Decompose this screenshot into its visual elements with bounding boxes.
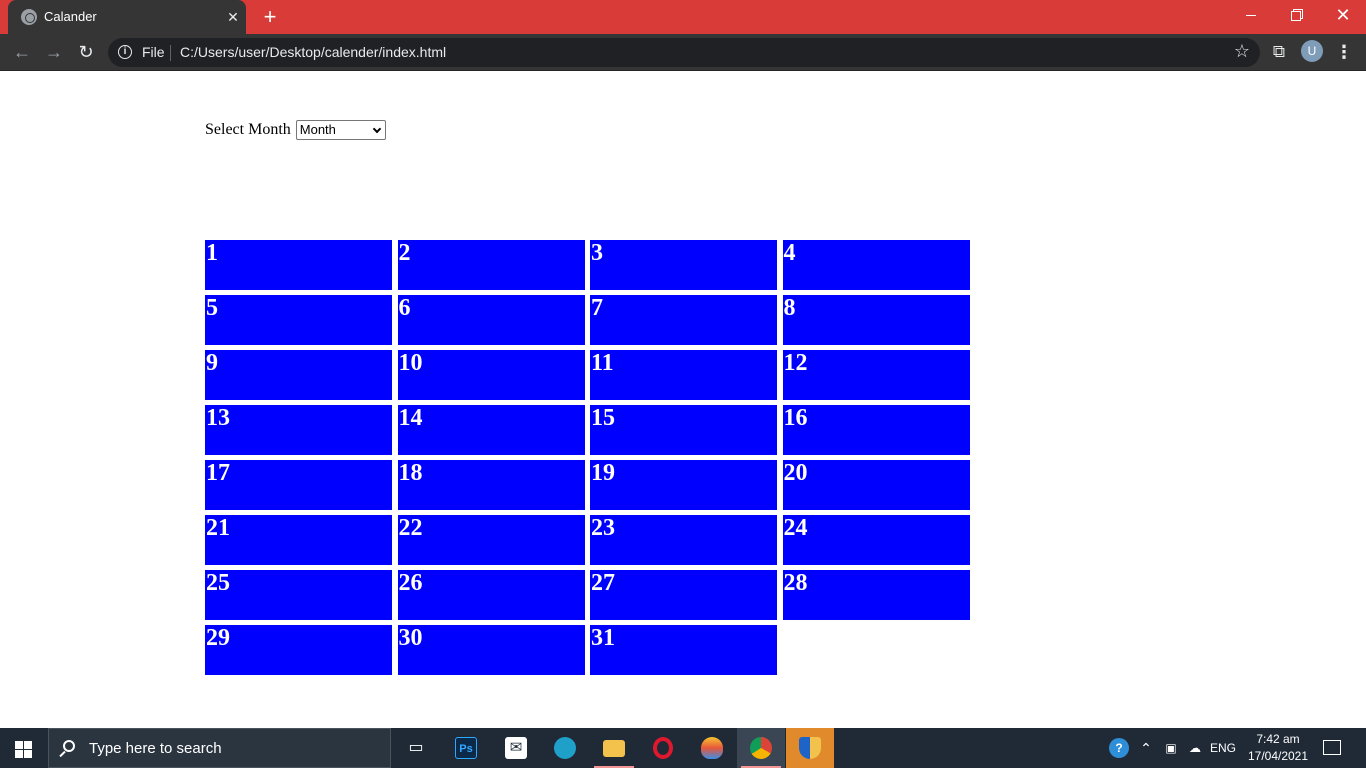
network-icon[interactable]: ☁ <box>1183 728 1207 768</box>
day-cell[interactable]: 16 <box>782 405 970 455</box>
profile-avatar[interactable]: U <box>1301 40 1323 62</box>
search-placeholder: Type here to search <box>89 740 222 757</box>
day-cell[interactable]: 13 <box>205 405 392 455</box>
new-tab-button[interactable]: + <box>256 4 284 30</box>
photoshop-icon[interactable]: Ps <box>442 728 490 768</box>
day-cell[interactable]: 5 <box>205 295 392 345</box>
chevron-up-icon[interactable]: ⌃ <box>1136 728 1156 768</box>
windows-start-icon[interactable] <box>0 728 48 768</box>
month-selector-row: Select Month Month <box>205 120 386 140</box>
taskbar-search-input[interactable]: Type here to search <box>48 728 391 768</box>
bookmark-star-icon[interactable]: ☆ <box>1234 41 1250 62</box>
day-cell[interactable]: 10 <box>397 350 585 400</box>
day-cell[interactable]: 7 <box>590 295 777 345</box>
opera-icon[interactable] <box>639 728 687 768</box>
day-cell[interactable]: 17 <box>205 460 392 510</box>
notification-icon[interactable] <box>1320 737 1344 759</box>
day-cell[interactable]: 3 <box>590 240 777 290</box>
calendar-grid: 1 2 3 4 5 6 7 8 9 10 11 12 13 14 15 16 17 18 19 20 21 22 23 24 2… <box>205 240 970 675</box>
clock-time: 7:42 am <box>1256 732 1300 746</box>
clock-date: 17/04/2021 <box>1247 749 1309 763</box>
browser-toolbar: ← → ↻ i File C:/Users/user/Desktop/calen… <box>0 34 1366 71</box>
page-content: Select Month Month 1 2 3 4 5 6 7 8 9 10 11 12 13 14 15… <box>0 71 1366 728</box>
day-cell[interactable]: 12 <box>782 350 970 400</box>
mail-icon[interactable]: ✉ <box>492 728 540 768</box>
chrome-icon[interactable] <box>737 728 785 768</box>
select-month-label: Select Month <box>205 121 291 138</box>
paint-icon[interactable] <box>688 728 736 768</box>
day-cell[interactable]: 31 <box>590 625 777 675</box>
browser-tab[interactable]: Calander ✕ <box>8 0 246 34</box>
url-scheme: File <box>142 44 165 60</box>
info-icon[interactable]: i <box>118 45 132 59</box>
day-cell[interactable]: 27 <box>590 570 777 620</box>
day-cell[interactable]: 22 <box>397 515 585 565</box>
chevron-down-icon <box>372 124 382 134</box>
restore-button[interactable] <box>1274 0 1320 34</box>
reload-icon[interactable]: ↻ <box>72 38 100 66</box>
search-icon <box>63 740 75 752</box>
extensions-puzzle-icon[interactable]: ⧉ <box>1268 38 1290 66</box>
meet-now-icon[interactable]: ▣ <box>1160 728 1182 768</box>
close-window-button[interactable]: ✕ <box>1320 0 1366 34</box>
day-cell[interactable]: 25 <box>205 570 392 620</box>
edge-icon[interactable] <box>541 728 589 768</box>
minimize-button[interactable] <box>1228 0 1274 34</box>
taskbar-clock[interactable]: 7:42 am 17/04/2021 <box>1240 731 1316 765</box>
day-cell[interactable]: 4 <box>782 240 970 290</box>
file-explorer-icon[interactable] <box>590 728 638 768</box>
day-cell[interactable]: 1 <box>205 240 392 290</box>
address-divider <box>170 45 171 61</box>
back-arrow-icon[interactable]: ← <box>8 38 36 66</box>
day-cell[interactable]: 18 <box>397 460 585 510</box>
day-cell[interactable]: 29 <box>205 625 392 675</box>
day-cell[interactable]: 26 <box>397 570 585 620</box>
forward-arrow-icon[interactable]: → <box>40 38 68 66</box>
address-bar[interactable]: i File C:/Users/user/Desktop/calender/in… <box>108 38 1260 67</box>
month-select[interactable]: Month <box>295 120 386 140</box>
day-cell[interactable]: 24 <box>782 515 970 565</box>
kebab-menu-icon[interactable]: ⋮ <box>1334 38 1354 66</box>
day-cell[interactable]: 19 <box>590 460 777 510</box>
day-cell[interactable]: 11 <box>590 350 777 400</box>
tab-close-icon[interactable]: ✕ <box>223 7 243 27</box>
day-cell[interactable]: 21 <box>205 515 392 565</box>
day-cell[interactable]: 9 <box>205 350 392 400</box>
help-icon[interactable]: ? <box>1106 728 1132 768</box>
day-cell[interactable]: 30 <box>397 625 585 675</box>
browser-titlebar: Calander ✕ + ✕ <box>0 0 1366 34</box>
security-shield-icon[interactable] <box>786 728 834 768</box>
taskbar: Type here to search ▭ Ps ✉ ? ⌃ ▣ ☁ ENG 7… <box>0 728 1366 768</box>
day-cell[interactable]: 8 <box>782 295 970 345</box>
task-view-icon[interactable]: ▭ <box>392 728 440 768</box>
day-cell[interactable]: 20 <box>782 460 970 510</box>
url-text[interactable]: C:/Users/user/Desktop/calender/index.htm… <box>180 44 446 60</box>
day-cell[interactable]: 6 <box>397 295 585 345</box>
tab-title: Calander <box>44 9 97 24</box>
day-cell[interactable]: 2 <box>397 240 585 290</box>
day-cell[interactable]: 14 <box>397 405 585 455</box>
language-indicator[interactable]: ENG <box>1209 728 1237 768</box>
day-cell[interactable]: 28 <box>782 570 970 620</box>
globe-icon <box>21 9 37 25</box>
day-cell[interactable]: 23 <box>590 515 777 565</box>
day-cell[interactable]: 15 <box>590 405 777 455</box>
month-select-value: Month <box>299 122 336 137</box>
